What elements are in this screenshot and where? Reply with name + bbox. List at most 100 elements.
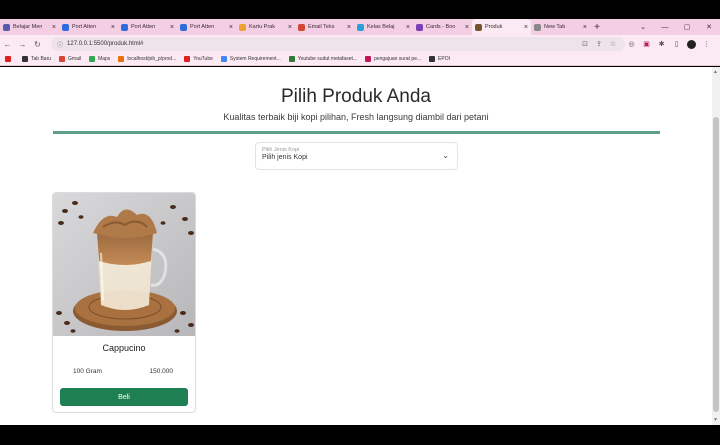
browser-tab[interactable]: Port Atten × (177, 19, 236, 35)
avatar[interactable] (684, 39, 699, 49)
reload-icon[interactable]: ↻ (30, 40, 45, 49)
bookmark-item[interactable]: System Requirement... (220, 56, 281, 62)
tab-close-icon[interactable]: × (170, 24, 174, 31)
page-viewport: Pilih Produk Anda Kualitas terbaik biji … (0, 67, 712, 425)
vertical-scrollbar[interactable]: ▲ ▼ (712, 67, 720, 425)
tab-close-icon[interactable]: × (229, 24, 233, 31)
bookmark-icon (288, 56, 295, 62)
chevron-down-icon: ⌄ (442, 151, 449, 160)
scrollbar-thumb[interactable] (713, 117, 719, 412)
bookmark-item[interactable]: Tab Baru (22, 56, 51, 62)
tab-favicon-icon (62, 23, 69, 31)
browser-tab[interactable]: New Tab × (531, 19, 590, 35)
extensions-area: ◎ ▣ ✱ ▯ ⋮ (624, 37, 714, 51)
bookmark-item[interactable] (5, 56, 14, 62)
tab-close-icon[interactable]: × (406, 24, 410, 31)
tab-favicon-icon (121, 23, 128, 31)
browser-tab[interactable]: Kartu Prak × (236, 19, 295, 35)
window-controls: ⌄ — ▢ ✕ (632, 19, 720, 35)
menu-icon[interactable]: ⋮ (699, 40, 714, 48)
product-price: 150.000 (149, 368, 174, 375)
tab-favicon-icon (180, 23, 187, 31)
minimize-icon[interactable]: — (654, 24, 676, 31)
browser-tab[interactable]: Email Teks × (295, 19, 354, 35)
bookmark-item[interactable]: YouTube (184, 56, 213, 62)
bookmark-item[interactable]: Gmail (59, 56, 81, 62)
tab-favicon-icon (357, 23, 364, 31)
tab-title: Produk (485, 24, 503, 30)
tab-close-icon[interactable]: × (111, 24, 115, 31)
omnibox-actions: ⊡ ⇪ ☆ (578, 37, 620, 51)
coffee-type-select[interactable]: Pilih Jenis Kopi Pilih jenis Kopi ⌄ (255, 142, 458, 170)
star-icon[interactable]: ☆ (606, 40, 620, 48)
tab-close-icon[interactable]: × (465, 24, 469, 31)
forward-icon[interactable]: → (15, 40, 30, 49)
tab-close-icon[interactable]: × (524, 24, 528, 31)
bookmark-label: Tab Baru (31, 56, 52, 62)
tab-title: Cards - Boo (426, 24, 456, 30)
browser-tab[interactable]: Port Atten × (59, 19, 118, 35)
browser-tab[interactable]: Cards - Boo × (413, 19, 472, 35)
bookmark-icon (5, 56, 11, 62)
product-card: Cappucino 100 Gram 150.000 Beli (52, 192, 196, 413)
tab-favicon-icon (3, 23, 10, 31)
url-text: 127.0.0.1:5500/produk.html# (67, 41, 144, 47)
screen-bottom-bezel (0, 425, 720, 445)
bookmark-item[interactable]: pengajuan surat pe... (365, 56, 421, 62)
product-image (53, 193, 195, 336)
back-icon[interactable]: ← (0, 40, 15, 49)
bookmark-icon (59, 56, 66, 62)
bookmark-item[interactable]: Youtube sudut metafaset... (288, 56, 357, 62)
browser-tab[interactable]: Produk × (472, 19, 531, 35)
browser-tab[interactable]: Belajar Men × (0, 19, 59, 35)
page-subtitle: Kualitas terbaik biji kopi pilihan, Fres… (223, 112, 489, 122)
page-title: Pilih Produk Anda (281, 86, 431, 107)
share-icon[interactable]: ⇪ (592, 40, 606, 48)
close-icon[interactable]: ✕ (698, 23, 720, 31)
bookmark-label: System Requirement... (229, 56, 281, 62)
bookmarks-bar: Tab Baru Gmail Maps localhost/pib_p/prod...… (0, 53, 720, 66)
tab-title: Belajar Men (13, 24, 43, 30)
tab-list: Belajar Men × Port Atten × Port Atten × Port A… (0, 19, 590, 35)
extension-icon[interactable]: ▣ (639, 40, 654, 48)
tab-favicon-icon (534, 23, 541, 31)
new-tab-button[interactable]: + (590, 22, 604, 33)
bookmark-label: localhost/pib_p/prod... (127, 56, 177, 62)
sidebar-icon[interactable]: ▯ (669, 40, 684, 48)
bookmark-label: Maps (98, 56, 111, 62)
tab-close-icon[interactable]: × (583, 24, 587, 31)
title-divider (53, 131, 660, 134)
tab-close-icon[interactable]: × (52, 24, 56, 31)
bookmark-icon (365, 56, 372, 62)
browser-tab[interactable]: Port Atten × (118, 19, 177, 35)
tab-close-icon[interactable]: × (347, 24, 351, 31)
screen-top-bezel (0, 0, 720, 19)
scroll-up-icon[interactable]: ▲ (713, 69, 718, 75)
info-icon[interactable]: ⓘ (57, 40, 63, 49)
bookmark-label: EPOI (438, 56, 450, 62)
address-bar[interactable]: ⓘ 127.0.0.1:5500/produk.html# (51, 37, 625, 51)
bookmark-icon (429, 56, 436, 62)
product-meta: 100 Gram 150.000 (73, 368, 173, 375)
browser-tab[interactable]: Kelas Belaj × (354, 19, 413, 35)
tab-favicon-icon (239, 23, 246, 31)
puzzle-icon[interactable]: ✱ (654, 40, 669, 48)
tab-title: Port Atten (190, 24, 215, 30)
bookmark-item[interactable]: EPOI (429, 56, 450, 62)
bookmark-item[interactable]: Maps (89, 56, 110, 62)
maximize-icon[interactable]: ▢ (676, 23, 698, 31)
bookmark-item[interactable]: localhost/pib_p/prod... (118, 56, 176, 62)
bookmark-icon (184, 56, 191, 62)
extension-icon[interactable]: ◎ (624, 40, 639, 48)
scroll-down-icon[interactable]: ▼ (713, 417, 718, 423)
select-value: Pilih jenis Kopi (262, 154, 308, 161)
chevron-down-icon[interactable]: ⌄ (632, 23, 654, 31)
tab-close-icon[interactable]: × (288, 24, 292, 31)
tab-title: Port Atten (72, 24, 97, 30)
buy-button[interactable]: Beli (60, 388, 188, 406)
install-icon[interactable]: ⊡ (578, 40, 592, 48)
tab-title: Port Atten (131, 24, 156, 30)
product-weight: 100 Gram (73, 368, 102, 375)
bookmark-icon (89, 56, 96, 62)
tab-favicon-icon (298, 23, 305, 31)
